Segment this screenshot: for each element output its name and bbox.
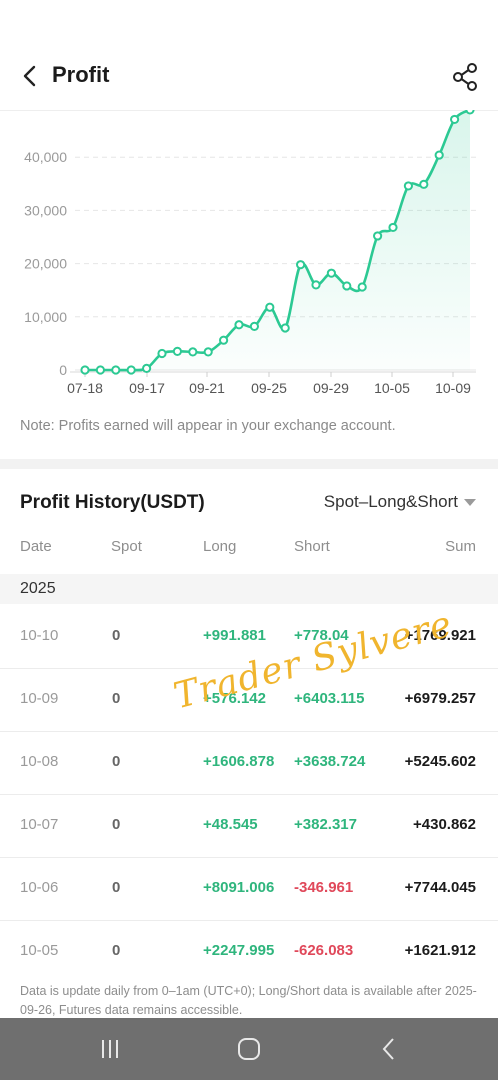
- row-spot: 0: [112, 879, 121, 896]
- row-date: 10-05: [20, 942, 59, 959]
- data-point: [203, 347, 213, 357]
- data-point: [450, 114, 460, 125]
- row-long: +2247.995: [203, 942, 275, 959]
- nav-back-icon[interactable]: [373, 1036, 405, 1062]
- data-point: [126, 365, 136, 375]
- area-fill: [85, 110, 470, 371]
- row-long: +991.881: [203, 627, 266, 644]
- table-row[interactable]: 10-06 0 +8091.006 -346.961 +7744.045: [0, 857, 498, 921]
- x-tick-label: 07-18: [67, 380, 103, 396]
- year-label: 2025: [20, 580, 56, 597]
- market-filter-dropdown[interactable]: Spot–Long&Short: [324, 492, 476, 512]
- column-header-sum: Sum: [445, 538, 476, 555]
- row-short: +382.317: [294, 816, 357, 833]
- data-point: [373, 231, 383, 241]
- chevron-left-icon[interactable]: [18, 62, 44, 90]
- column-header-long: Long: [203, 538, 237, 555]
- row-date: 10-08: [20, 753, 59, 770]
- row-sum: +7744.045: [404, 879, 476, 896]
- row-spot: 0: [112, 816, 121, 833]
- data-point: [357, 282, 367, 292]
- profit-history-title: Profit History(USDT): [20, 492, 205, 513]
- row-short: -346.961: [294, 879, 354, 896]
- market-filter-label: Spot–Long&Short: [323, 492, 458, 511]
- data-point: [111, 365, 121, 375]
- row-short: +3638.724: [294, 753, 366, 770]
- row-long: +8091.006: [203, 879, 275, 896]
- data-point: [234, 320, 244, 330]
- data-point: [311, 280, 321, 290]
- row-spot: 0: [112, 690, 121, 707]
- row-short: +6403.115: [294, 690, 365, 707]
- y-tick-label: 0: [59, 362, 67, 378]
- row-sum: +6979.257: [404, 690, 476, 707]
- x-tick-label: 10-05: [374, 380, 410, 396]
- y-tick-label: 20,000: [24, 256, 67, 272]
- row-long: +1606.878: [203, 753, 275, 770]
- data-point: [280, 323, 290, 333]
- data-point: [188, 347, 198, 357]
- table-row[interactable]: 10-07 0 +48.545 +382.317 +430.862: [0, 794, 498, 858]
- y-tick-label: 40,000: [24, 149, 67, 165]
- column-header-date: Date: [20, 538, 52, 555]
- x-tick-label: 09-25: [251, 380, 287, 396]
- row-date: 10-06: [20, 879, 59, 896]
- row-sum: +1621.912: [404, 942, 476, 959]
- row-short: -626.083: [294, 942, 354, 959]
- home-icon[interactable]: [233, 1036, 265, 1062]
- row-date: 10-09: [20, 690, 59, 707]
- data-point: [326, 268, 336, 278]
- row-spot: 0: [112, 627, 121, 644]
- data-point: [342, 281, 352, 291]
- row-spot: 0: [112, 753, 121, 770]
- x-tick-label: 09-21: [189, 380, 225, 396]
- row-date: 10-07: [20, 816, 59, 833]
- data-point: [403, 181, 413, 191]
- row-spot: 0: [112, 942, 121, 959]
- y-tick-label: 30,000: [24, 202, 67, 218]
- recents-icon[interactable]: [94, 1036, 126, 1062]
- page-title: Profit: [52, 62, 110, 87]
- y-tick-label: 10,000: [24, 309, 67, 325]
- data-point: [434, 150, 444, 160]
- table-row[interactable]: 10-05 0 +2247.995 -626.083 +1621.912: [0, 920, 498, 983]
- profit-chart-svg: 0 10,000 20,000 30,000 40,000 07-18 09-17 09-21…: [24, 110, 476, 396]
- profit-note: Note: Profits earned will appear in your…: [20, 418, 396, 434]
- data-point: [219, 335, 229, 345]
- column-header-short: Short: [294, 538, 330, 555]
- share-icon[interactable]: [450, 62, 480, 92]
- system-navigation-bar: [0, 1018, 498, 1080]
- data-point: [465, 110, 475, 115]
- data-point: [95, 365, 106, 375]
- row-long: +48.545: [203, 816, 258, 833]
- app-header: Profit: [0, 0, 498, 111]
- data-point: [296, 260, 306, 270]
- caret-down-icon: [464, 498, 476, 506]
- x-tick-label: 09-17: [129, 380, 165, 396]
- year-group-header: 2025: [0, 574, 498, 604]
- data-point: [157, 348, 167, 359]
- data-point: [249, 321, 259, 331]
- profit-chart: 0 10,000 20,000 30,000 40,000 07-18 09-17 09-21…: [0, 110, 498, 410]
- data-point: [265, 302, 275, 312]
- column-header-spot: Spot: [111, 538, 142, 555]
- row-sum: +5245.602: [404, 753, 476, 770]
- data-point: [172, 346, 182, 356]
- data-point: [142, 363, 152, 374]
- table-row[interactable]: 10-08 0 +1606.878 +3638.724 +5245.602: [0, 731, 498, 795]
- x-tick-label: 09-29: [313, 380, 349, 396]
- section-divider: [0, 459, 498, 469]
- row-sum: +430.862: [413, 816, 476, 833]
- data-footnote: Data is update daily from 0–1am (UTC+0);…: [20, 984, 477, 1017]
- data-point: [419, 179, 429, 189]
- data-point: [80, 365, 90, 375]
- data-point: [388, 222, 398, 233]
- row-date: 10-10: [20, 627, 59, 644]
- x-tick-label: 10-09: [435, 380, 471, 396]
